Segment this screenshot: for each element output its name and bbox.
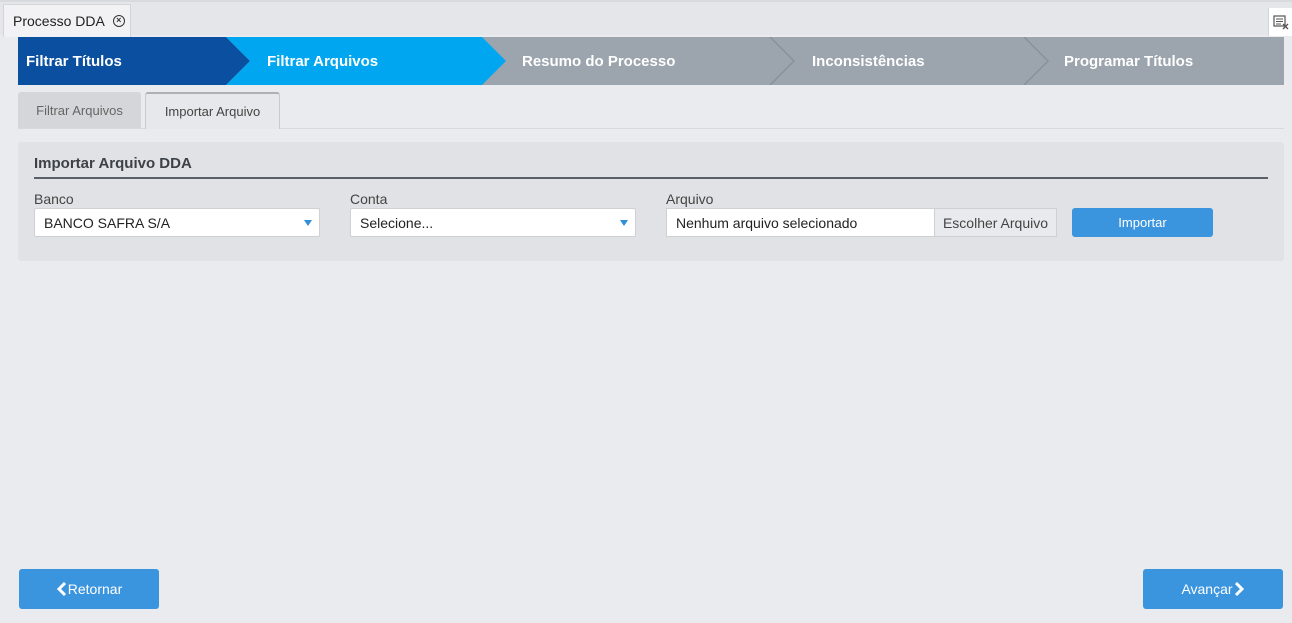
window-tab-processo-dda[interactable]: Processo DDA × (3, 4, 131, 37)
import-panel: Importar Arquivo DDA Banco BANCO SAFRA S… (18, 142, 1284, 261)
inner-tabs: Filtrar Arquivos Importar Arquivo (18, 92, 1284, 129)
next-button-label: Avançar (1181, 581, 1233, 597)
tab-filtrar-arquivos[interactable]: Filtrar Arquivos (18, 92, 141, 128)
window-tab-title: Processo DDA (13, 13, 105, 29)
back-button-label: Retornar (67, 581, 123, 597)
close-tab-icon[interactable]: × (112, 15, 125, 27)
wizard-step-label: Filtrar Títulos (26, 52, 122, 70)
back-button[interactable]: Retornar (19, 569, 159, 609)
tab-importar-arquivo[interactable]: Importar Arquivo (145, 92, 280, 129)
conta-label: Conta (350, 191, 388, 207)
next-button[interactable]: Avançar (1143, 569, 1283, 609)
arquivo-file-field[interactable]: Nenhum arquivo selecionado (666, 208, 935, 237)
banco-select[interactable]: BANCO SAFRA S/A (34, 208, 320, 237)
wizard-steps: Filtrar Títulos Filtrar Arquivos Resumo … (18, 37, 1284, 85)
panel-title: Importar Arquivo DDA (34, 155, 192, 172)
wizard-step-resumo-do-processo[interactable]: Resumo do Processo (522, 37, 675, 85)
chevron-left-icon (56, 582, 68, 596)
conta-select-value: Selecione... (360, 214, 434, 231)
banco-select-value: BANCO SAFRA S/A (44, 214, 171, 231)
wizard-step-filtrar-arquivos[interactable]: Filtrar Arquivos (267, 37, 378, 85)
banco-label: Banco (34, 191, 74, 207)
chevron-right-icon (1233, 582, 1245, 596)
wizard-step-label: Resumo do Processo (522, 52, 676, 70)
wizard-step-label: Programar Títulos (1064, 52, 1194, 70)
wizard-step-label: Filtrar Arquivos (267, 52, 379, 70)
arquivo-label: Arquivo (666, 191, 714, 207)
wizard-step-programar-titulos[interactable]: Programar Títulos (1064, 37, 1193, 85)
window-settings-icon[interactable] (1268, 8, 1292, 36)
choose-file-button[interactable]: Escolher Arquivo (934, 208, 1057, 237)
panel-divider (34, 177, 1268, 179)
arquivo-file-name: Nenhum arquivo selecionado (676, 214, 858, 231)
wizard-step-filtrar-titulos[interactable]: Filtrar Títulos (26, 37, 122, 85)
dropdown-arrow-icon (304, 220, 312, 226)
import-button[interactable]: Importar (1072, 208, 1213, 237)
wizard-step-label: Inconsistências (812, 52, 925, 70)
conta-select[interactable]: Selecione... (350, 208, 636, 237)
window-tab-bar: Processo DDA × (0, 0, 1292, 37)
dropdown-arrow-icon (620, 220, 628, 226)
wizard-step-inconsistencias[interactable]: Inconsistências (812, 37, 925, 85)
